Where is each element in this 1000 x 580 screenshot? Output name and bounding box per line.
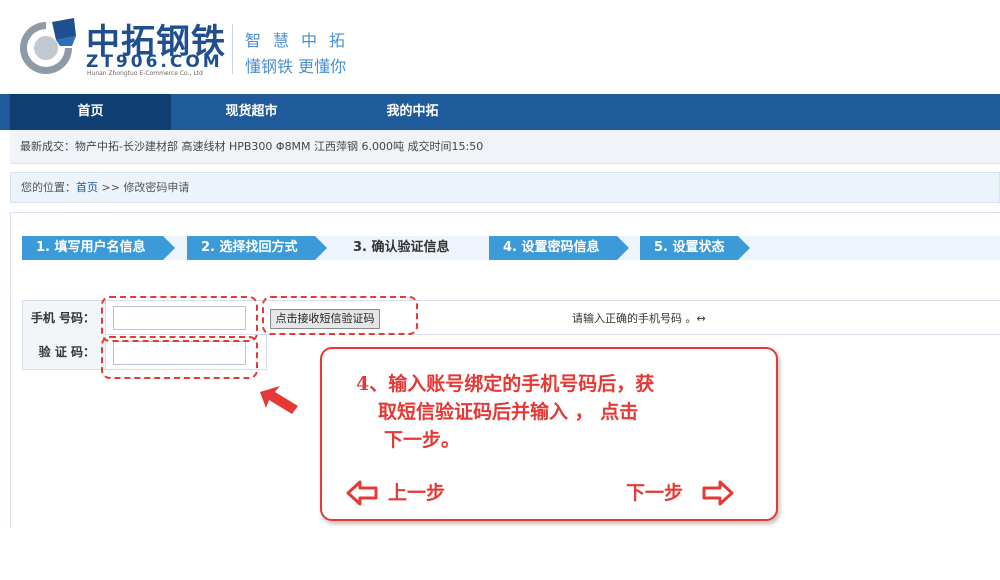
prev-step-label: 上一步 <box>388 482 446 504</box>
phone-hint: 请输入正确的手机号码 。↔ <box>572 312 706 325</box>
arrow-right-icon <box>702 480 734 506</box>
breadcrumb-current: 修改密码申请 <box>123 181 190 194</box>
header: 中拓钢铁 ZT906.COM Hunan Zhongtuo E-Commerce… <box>0 0 1000 94</box>
form-divider <box>266 335 267 370</box>
slogan-line2: 懂钢铁 更懂你 <box>245 57 347 76</box>
step-4-set-password: 4. 设置密码信息 <box>489 236 629 260</box>
highlight-code-input <box>101 336 258 379</box>
next-step-label: 下一步 <box>626 482 684 504</box>
nav-item-my-zhongtuo[interactable]: 我的中拓 <box>332 94 493 130</box>
instruction-line2: 取短信验证码后并输入 ， 点击 <box>378 401 639 423</box>
code-label: 验 证 码： <box>22 335 106 370</box>
main-nav: 首页 现货超市 我的中拓 <box>0 94 1000 130</box>
slogan-line1: 智慧中拓 <box>245 31 358 50</box>
arrow-left-icon <box>346 480 378 506</box>
step-5-set-status: 5. 设置状态 <box>640 236 750 260</box>
header-divider <box>232 24 233 74</box>
latest-deal-ticker: 最新成交：物产中拓-长沙建材部 高速线材 HPB300 Φ8MM 江西萍钢 6.… <box>10 130 1000 164</box>
nav-item-home[interactable]: 首页 <box>10 94 171 130</box>
instruction-line1: 4、输入账号绑定的手机号码后，获 <box>356 373 655 395</box>
breadcrumb-separator: >> <box>98 181 124 194</box>
pointer-arrow-icon <box>260 386 298 414</box>
breadcrumb-prefix: 您的位置： <box>21 181 76 194</box>
instruction-line3: 下一步。 <box>384 429 461 451</box>
step-3-confirm-verification: 3. 确认验证信息 <box>353 240 450 255</box>
instruction-text: 4、输入账号绑定的手机号码后，获 取短信验证码后并输入 ， 点击 下一步。 <box>356 370 756 454</box>
phone-label: 手机 号码： <box>22 301 106 335</box>
breadcrumb: 您的位置：首页 >> 修改密码申请 <box>10 172 1000 203</box>
step-2-choose-method: 2. 选择找回方式 <box>187 236 327 260</box>
logo-company-name: Hunan Zhongtuo E-Commerce Co., Ltd <box>87 70 203 77</box>
logo-domain: ZT906.COM <box>86 52 223 72</box>
breadcrumb-home-link[interactable]: 首页 <box>76 181 98 194</box>
nav-item-spot-market[interactable]: 现货超市 <box>171 94 332 130</box>
step-1-fill-username: 1. 填写用户名信息 <box>22 236 175 260</box>
highlight-sms-button <box>262 296 418 335</box>
zhongtuo-logo-icon[interactable] <box>16 16 78 76</box>
